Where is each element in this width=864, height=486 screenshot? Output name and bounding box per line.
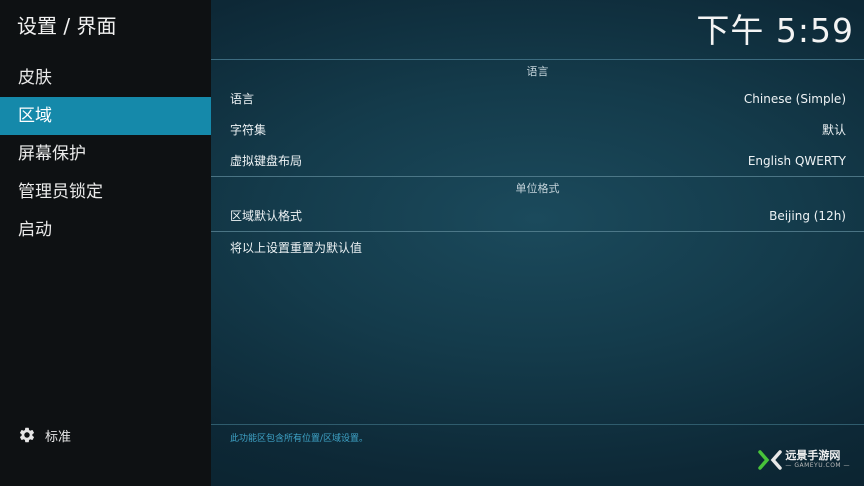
setting-region-format[interactable]: 区域默认格式 Beijing (12h) xyxy=(211,200,864,231)
divider xyxy=(211,231,864,232)
settings-level-label: 标准 xyxy=(45,429,72,445)
clock: 下午 5:59 xyxy=(696,11,854,50)
gear-icon xyxy=(19,427,35,443)
section-header-language: 语言 xyxy=(526,65,549,78)
reset-label: 将以上设置重置为默认值 xyxy=(230,241,363,255)
reset-defaults-button[interactable]: 将以上设置重置为默认值 xyxy=(211,232,864,263)
sidebar-menu: 皮肤 区域 屏幕保护 管理员锁定 启动 xyxy=(0,59,211,249)
settings-list: 语言 语言 Chinese (Simple) 字符集 默认 虚拟键盘布局 Eng… xyxy=(211,60,864,263)
help-text: 此功能区包含所有位置/区域设置。 xyxy=(230,434,369,444)
sidebar-item-startup[interactable]: 启动 xyxy=(0,211,211,249)
watermark: 远景手游网 — GAMEYU.COM — xyxy=(758,450,850,470)
divider xyxy=(211,424,864,425)
setting-label: 虚拟键盘布局 xyxy=(230,154,303,168)
sidebar-item-regional[interactable]: 区域 xyxy=(0,97,211,135)
watermark-title: 远景手游网 xyxy=(785,449,841,462)
setting-value: Chinese (Simple) xyxy=(743,91,846,106)
sidebar-item-skin[interactable]: 皮肤 xyxy=(0,59,211,97)
watermark-logo-icon xyxy=(758,450,783,470)
setting-label: 字符集 xyxy=(230,123,267,137)
watermark-subtitle: — GAMEYU.COM — xyxy=(785,462,850,469)
divider xyxy=(211,176,864,177)
section-header-units: 单位格式 xyxy=(515,182,560,195)
setting-language[interactable]: 语言 Chinese (Simple) xyxy=(211,83,864,114)
setting-charset[interactable]: 字符集 默认 xyxy=(211,114,864,145)
breadcrumb: 设置 / 界面 xyxy=(17,14,117,38)
sidebar-item-screensaver[interactable]: 屏幕保护 xyxy=(0,135,211,173)
setting-value: 默认 xyxy=(821,123,846,137)
setting-value: English QWERTY xyxy=(747,153,846,168)
setting-keyboard-layout[interactable]: 虚拟键盘布局 English QWERTY xyxy=(211,145,864,176)
setting-label: 区域默认格式 xyxy=(230,209,303,223)
settings-level-button[interactable]: 标准 xyxy=(18,424,71,446)
setting-value: Beijing (12h) xyxy=(769,208,846,223)
setting-label: 语言 xyxy=(230,92,255,106)
sidebar: 设置 / 界面 皮肤 区域 屏幕保护 管理员锁定 启动 标准 xyxy=(0,0,211,486)
sidebar-item-master-lock[interactable]: 管理员锁定 xyxy=(0,173,211,211)
